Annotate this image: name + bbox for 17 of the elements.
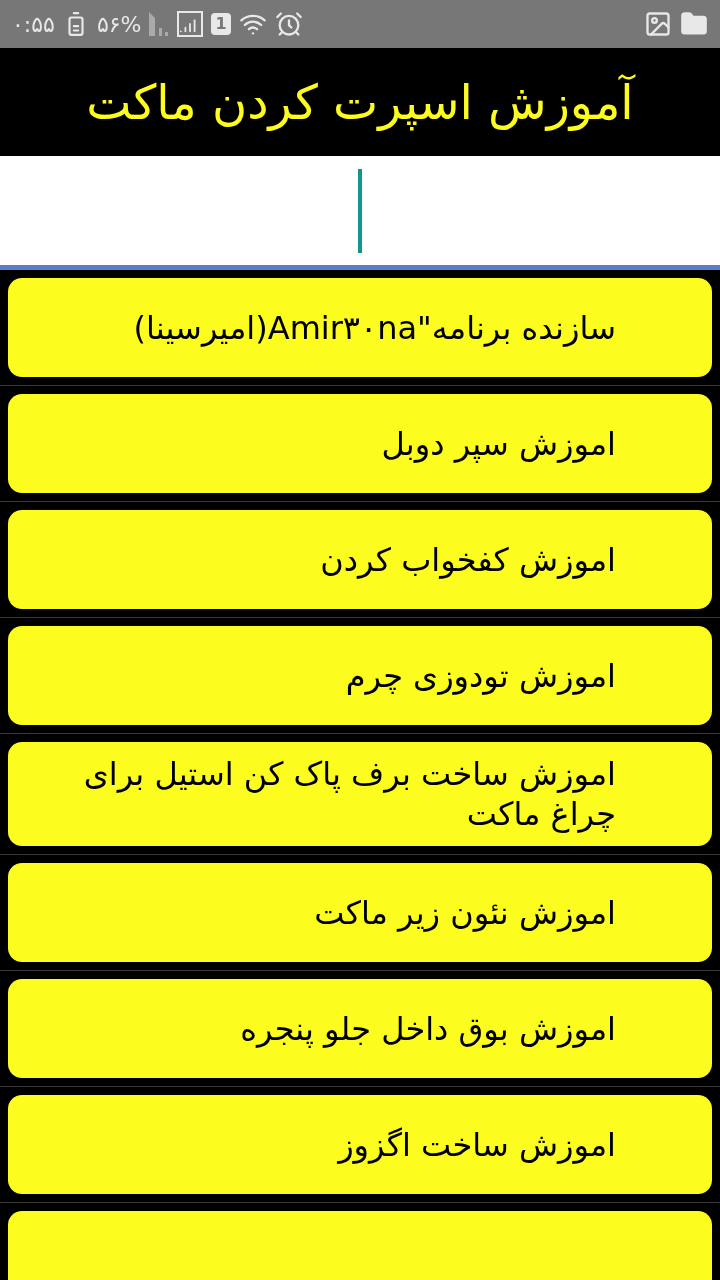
clock-time: ۰:۵۵ [12,10,55,39]
list-item-button[interactable]: اموزش ساخت برف پاک کن استیل برای چراغ ماکت [8,742,712,846]
list-item-button[interactable]: سازنده برنامه"Amir۳۰na(امیرسینا) [8,278,712,377]
app-title: آموزش اسپرت کردن ماکت [86,73,634,133]
list-item-button[interactable]: اموزش بوق داخل جلو پنجره [8,979,712,1078]
list-item-button[interactable]: اموزش کفخواب کردن [8,510,712,609]
signal-icon [177,11,204,37]
alarm-icon [274,10,303,38]
sim-badge: 1 [211,13,231,35]
list-item-button[interactable]: اموزش تودوزی چرم [8,626,712,725]
folder-icon [680,10,708,38]
list-item-button[interactable]: اموزش نئون زیر ماکت [8,863,712,962]
image-icon [644,10,672,38]
list-item-button[interactable]: اموزش ساخت اگزوز [8,1095,712,1194]
signal-icon [149,12,170,36]
list-item-button[interactable]: اموزش سپر دوبل [8,394,712,493]
battery-percent: ۵۶% [96,10,142,39]
